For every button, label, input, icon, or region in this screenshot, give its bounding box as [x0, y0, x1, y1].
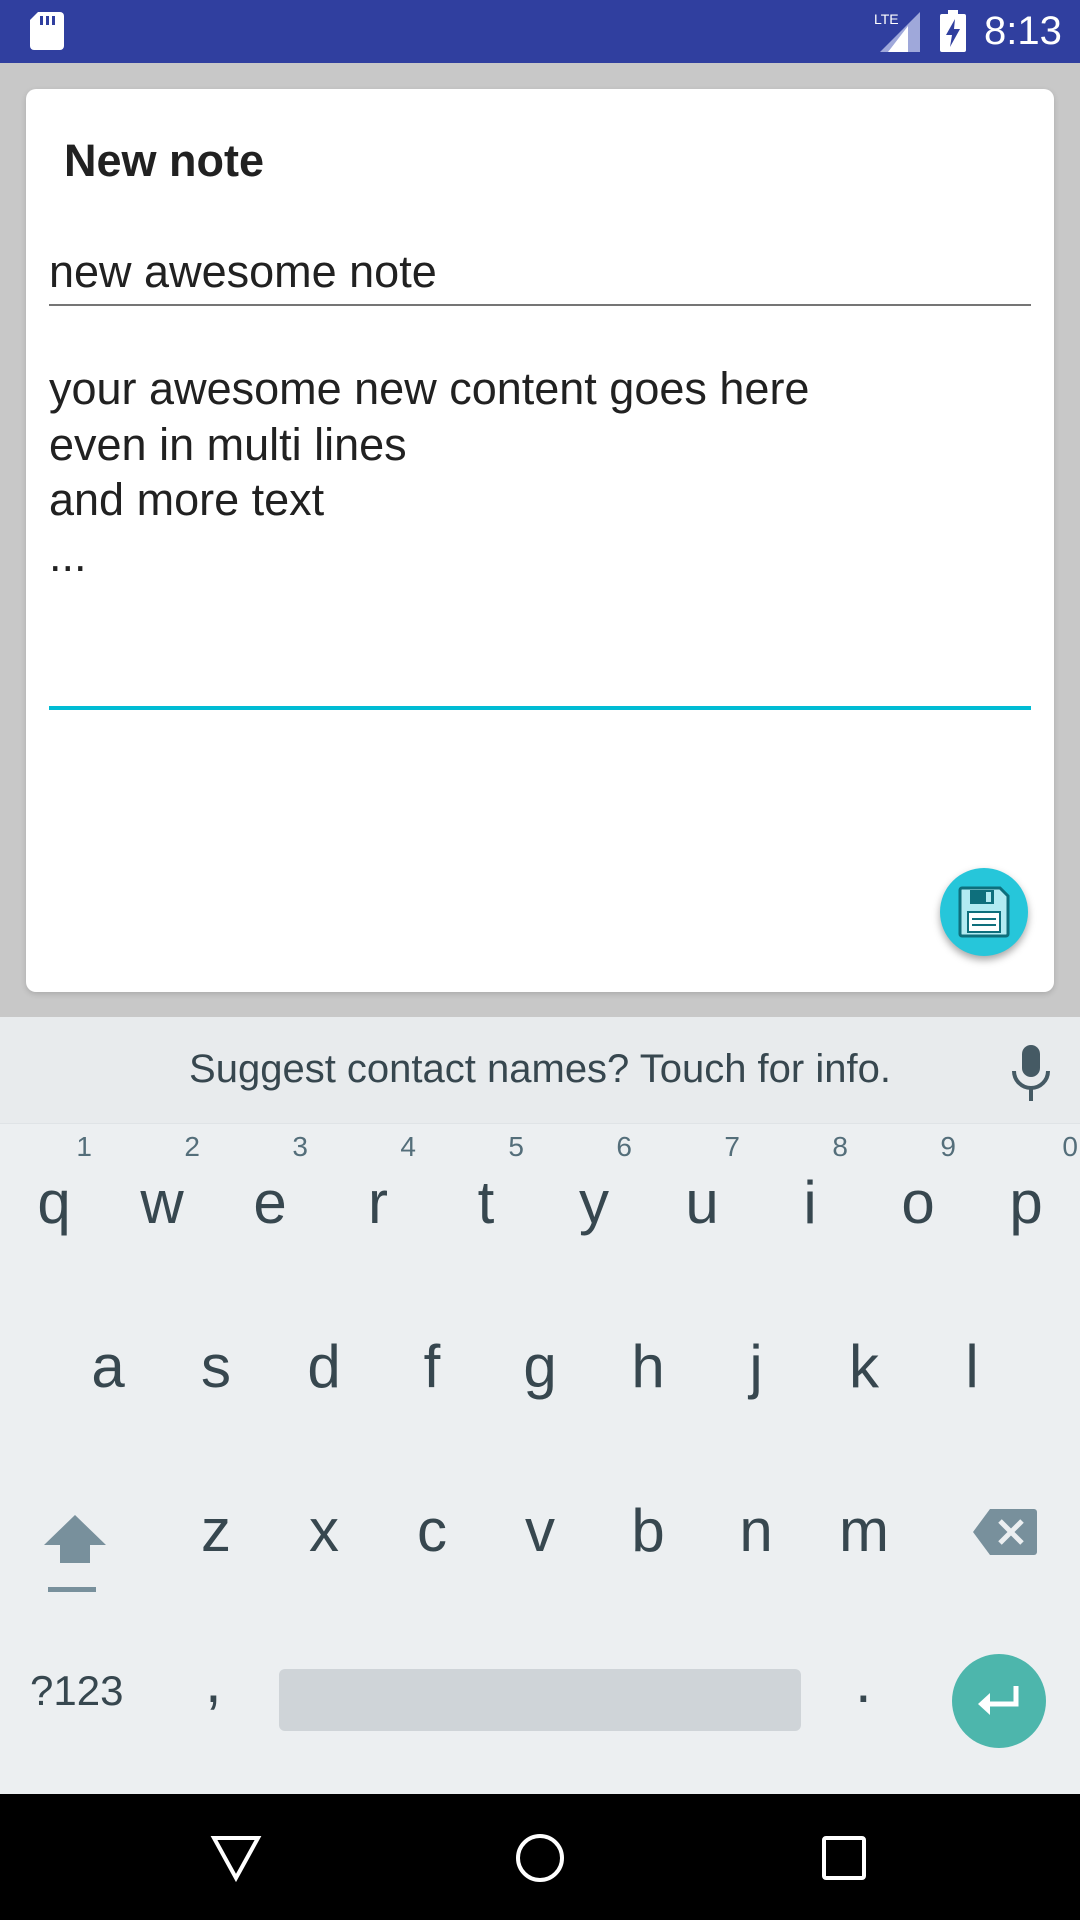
key-s[interactable]: s: [162, 1287, 270, 1437]
note-title-input[interactable]: new awesome note: [49, 244, 1031, 306]
key-hint: 0: [1062, 1131, 1078, 1162]
key-j[interactable]: j: [702, 1287, 810, 1437]
key-f[interactable]: f: [378, 1287, 486, 1437]
key-m[interactable]: m: [810, 1451, 918, 1601]
key-l[interactable]: l: [918, 1287, 1026, 1437]
key-letter: y: [579, 1169, 609, 1236]
back-icon[interactable]: [210, 1832, 262, 1884]
key-hint: 3: [292, 1131, 308, 1162]
key-n[interactable]: n: [702, 1451, 810, 1601]
key-y[interactable]: 6 y: [540, 1123, 648, 1273]
key-letter: x: [309, 1497, 339, 1564]
microphone-icon[interactable]: [1010, 1045, 1052, 1101]
key-hint: 6: [616, 1131, 632, 1162]
key-letter: k: [849, 1333, 879, 1400]
key-b[interactable]: b: [594, 1451, 702, 1601]
lte-signal-icon: LTE: [874, 11, 920, 52]
period-key[interactable]: .: [855, 1647, 872, 1716]
key-p[interactable]: 0 p: [972, 1123, 1080, 1273]
key-a[interactable]: a: [54, 1287, 162, 1437]
key-letter: s: [201, 1333, 231, 1400]
sd-card-icon: [30, 12, 64, 50]
key-x[interactable]: x: [270, 1451, 378, 1601]
symbols-key[interactable]: ?123: [30, 1667, 123, 1715]
backspace-key-icon[interactable]: [972, 1507, 1038, 1557]
key-letter: p: [1009, 1169, 1043, 1236]
enter-key[interactable]: [952, 1654, 1046, 1748]
status-time: 8:13: [984, 9, 1062, 53]
key-letter: n: [739, 1497, 773, 1564]
key-letter: u: [685, 1169, 719, 1236]
new-note-dialog: New note new awesome note your awesome n…: [26, 89, 1054, 992]
key-letter: o: [901, 1169, 935, 1236]
navigation-bar: [0, 1794, 1080, 1920]
content-line: even in multi lines: [49, 419, 407, 470]
dialog-title: New note: [64, 135, 265, 186]
save-note-button[interactable]: [940, 868, 1028, 956]
key-r[interactable]: 4 r: [324, 1123, 432, 1273]
suggestion-bar[interactable]: Suggest contact names? Touch for info.: [0, 1017, 1080, 1124]
shift-key-icon[interactable]: [40, 1507, 110, 1597]
key-letter: v: [525, 1497, 555, 1564]
key-letter: e: [253, 1169, 287, 1236]
key-u[interactable]: 7 u: [648, 1123, 756, 1273]
key-h[interactable]: h: [594, 1287, 702, 1437]
content-line: your awesome new content goes here: [49, 363, 810, 414]
key-q[interactable]: 1 q: [0, 1123, 108, 1273]
key-g[interactable]: g: [486, 1287, 594, 1437]
enter-arrow-icon: [978, 1686, 1019, 1715]
key-i[interactable]: 8 i: [756, 1123, 864, 1273]
space-key[interactable]: [279, 1669, 801, 1731]
key-letter: f: [423, 1333, 441, 1400]
key-w[interactable]: 2 w: [108, 1123, 216, 1273]
recents-icon[interactable]: [818, 1832, 870, 1884]
key-letter: z: [201, 1497, 231, 1564]
content-line: ...: [49, 530, 87, 581]
note-title-value: new awesome note: [49, 246, 437, 297]
floppy-disk-icon: [958, 886, 1010, 938]
key-letter: l: [965, 1333, 979, 1400]
comma-key[interactable]: ,: [205, 1647, 222, 1716]
key-z[interactable]: z: [162, 1451, 270, 1601]
key-t[interactable]: 5 t: [432, 1123, 540, 1273]
key-k[interactable]: k: [810, 1287, 918, 1437]
battery-charging-icon: [940, 10, 966, 52]
key-letter: a: [91, 1333, 125, 1400]
key-letter: j: [749, 1333, 763, 1400]
key-hint: 7: [724, 1131, 740, 1162]
key-hint: 2: [184, 1131, 200, 1162]
status-bar: LTE 8:13: [0, 0, 1080, 63]
key-letter: m: [839, 1497, 889, 1564]
key-o[interactable]: 9 o: [864, 1123, 972, 1273]
key-hint: 1: [76, 1131, 92, 1162]
content-line: and more text: [49, 474, 325, 525]
key-letter: b: [631, 1497, 665, 1564]
key-letter: c: [417, 1497, 447, 1564]
network-label: LTE: [874, 11, 899, 27]
key-letter: r: [368, 1169, 388, 1236]
key-letter: g: [523, 1333, 557, 1400]
key-letter: q: [37, 1169, 71, 1236]
key-c[interactable]: c: [378, 1451, 486, 1601]
note-content-input[interactable]: your awesome new content goes here even …: [49, 361, 1031, 710]
key-v[interactable]: v: [486, 1451, 594, 1601]
key-hint: 4: [400, 1131, 416, 1162]
key-letter: w: [140, 1169, 184, 1236]
home-icon[interactable]: [514, 1832, 566, 1884]
key-letter: d: [307, 1333, 341, 1400]
key-d[interactable]: d: [270, 1287, 378, 1437]
key-hint: 5: [508, 1131, 524, 1162]
soft-keyboard: Suggest contact names? Touch for info. 1…: [0, 1017, 1080, 1794]
key-letter: t: [477, 1169, 495, 1236]
key-e[interactable]: 3 e: [216, 1123, 324, 1273]
key-hint: 8: [832, 1131, 848, 1162]
suggestion-text[interactable]: Suggest contact names? Touch for info.: [0, 1047, 1080, 1092]
key-hint: 9: [940, 1131, 956, 1162]
key-letter: h: [631, 1333, 665, 1400]
key-letter: i: [803, 1169, 817, 1236]
